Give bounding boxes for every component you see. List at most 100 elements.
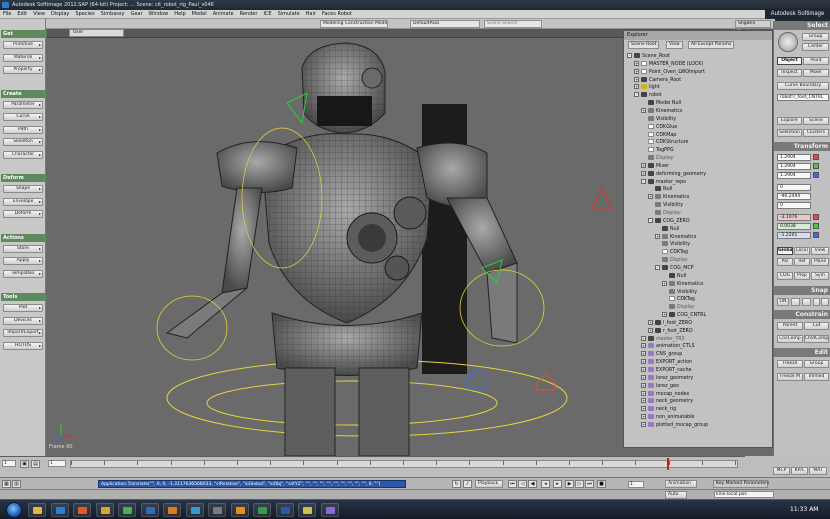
stop-icon[interactable]: ■: [597, 480, 606, 488]
tree-node[interactable]: + CNS_group: [641, 351, 682, 358]
play-icon[interactable]: ▸: [553, 480, 562, 488]
snap-magnet-icon[interactable]: [791, 298, 800, 306]
menu-window[interactable]: Window: [146, 10, 172, 18]
expand-icon[interactable]: +: [641, 162, 646, 168]
tree-node[interactable]: + EXPORT_action: [641, 359, 692, 366]
left-button-primitive[interactable]: Primitive ▸: [3, 41, 43, 49]
animation-button[interactable]: Animation: [665, 480, 697, 488]
tree-node[interactable]: Null: [648, 186, 672, 193]
tree-node[interactable]: Display: [655, 257, 688, 264]
pass-dropdown[interactable]: DefaultPass: [410, 20, 480, 28]
expand-icon[interactable]: +: [641, 390, 646, 396]
expand-icon[interactable]: +: [655, 233, 660, 239]
left-button-apply[interactable]: Apply ▸: [3, 257, 43, 265]
taskbar-word-icon[interactable]: [275, 503, 294, 517]
menu-species[interactable]: Species: [72, 10, 97, 18]
taskbar-misc-icon[interactable]: [320, 503, 339, 517]
explorer-tab-scene-root[interactable]: Scene Root: [628, 41, 660, 49]
selection-name-field[interactable]: robot:r_foot_CNTRL: [777, 94, 829, 101]
snap-grid-icon[interactable]: [802, 298, 811, 306]
tree-node[interactable]: + COG_CNTRL: [662, 312, 706, 319]
immed-button[interactable]: Immed: [804, 373, 829, 381]
expand-icon[interactable]: +: [641, 382, 646, 388]
next-key-icon[interactable]: ▷: [575, 480, 584, 488]
explore-button[interactable]: Explore: [777, 117, 802, 125]
taskbar-ai-icon[interactable]: [163, 503, 181, 517]
play-reverse-icon[interactable]: ◂: [541, 480, 550, 488]
view-dropdown[interactable]: User: [69, 29, 124, 37]
taskbar-notes-icon[interactable]: [298, 503, 316, 517]
prev-key-icon[interactable]: ◁: [518, 480, 527, 488]
collapse-icon[interactable]: -: [641, 178, 646, 184]
point-button[interactable]: Point: [803, 57, 829, 65]
expand-icon[interactable]: +: [648, 327, 653, 333]
expand-icon[interactable]: +: [641, 343, 646, 349]
expand-icon[interactable]: +: [662, 312, 667, 318]
tree-node[interactable]: + Kinematics: [662, 280, 703, 288]
viewport-layout-icon[interactable]: ▤: [31, 460, 40, 468]
taskbar-media-icon[interactable]: [73, 503, 91, 517]
taskbar-excel-icon[interactable]: [253, 503, 271, 517]
scene-button[interactable]: Scene: [803, 117, 829, 125]
rot-x-field[interactable]: 0: [777, 184, 811, 191]
timeline-track[interactable]: [70, 460, 738, 468]
menu-model[interactable]: Model: [189, 10, 210, 18]
tree-node[interactable]: + master_TRS: [641, 335, 685, 343]
mat-tab[interactable]: MAT: [809, 467, 827, 475]
expand-icon[interactable]: +: [634, 84, 639, 90]
left-button-deform[interactable]: Deform ▸: [3, 210, 43, 218]
rot-y-field[interactable]: -90.2494: [777, 193, 811, 200]
tree-node[interactable]: + animation_CTLS: [641, 343, 695, 350]
ref-button[interactable]: Ref: [794, 258, 810, 266]
viewport-toggle-icon[interactable]: ▣: [20, 460, 29, 468]
tree-node[interactable]: + light: [634, 84, 660, 91]
curve-boundary-button[interactable]: Curve Boundary: [777, 82, 829, 90]
audio-icon[interactable]: ♪: [463, 480, 472, 488]
left-button-store[interactable]: Store ▸: [3, 244, 43, 253]
tree-node[interactable]: + neck_rig: [641, 406, 676, 413]
tree-node[interactable]: Model Null: [641, 100, 681, 107]
tree-node[interactable]: Visibility: [648, 202, 683, 209]
taskbar-folder-icon[interactable]: [95, 503, 114, 517]
snap-on-button[interactable]: ON: [777, 298, 789, 306]
menu-animate[interactable]: Animate: [210, 10, 237, 18]
tree-node[interactable]: - COG_MCP: [655, 264, 694, 272]
pos-x-field[interactable]: -3.1076: [777, 214, 811, 221]
collapse-icon[interactable]: -: [648, 217, 653, 223]
left-button-curve[interactable]: Curve ▸: [3, 113, 43, 121]
taskbar-maya-icon[interactable]: [208, 503, 226, 517]
select-arrow-icon[interactable]: [778, 32, 798, 52]
left-button-path[interactable]: Path ▸: [3, 125, 43, 134]
tree-node[interactable]: Display: [648, 210, 681, 217]
tree-node[interactable]: + EXPORT_cache: [641, 367, 692, 374]
tree-node[interactable]: TagPPG: [641, 147, 674, 154]
selection-button[interactable]: Selection: [777, 129, 802, 137]
auto-key-button[interactable]: Auto: [665, 491, 687, 499]
menu-ice[interactable]: ICE: [260, 10, 274, 18]
tree-node[interactable]: CDKMap: [641, 131, 676, 139]
tree-node[interactable]: CDKTag: [655, 249, 688, 256]
tree-node[interactable]: Visibility: [641, 115, 676, 123]
pos-y-field[interactable]: 0.0038: [777, 223, 811, 230]
edit-group-button[interactable]: Group: [804, 360, 829, 368]
expand-icon[interactable]: +: [648, 319, 653, 325]
left-button-property[interactable]: Property ▸: [3, 66, 43, 74]
menu-edit[interactable]: Edit: [14, 10, 30, 18]
kine-path-field[interactable]: kine.local.pos: [714, 491, 774, 498]
expand-icon[interactable]: +: [641, 367, 646, 372]
left-button-parameter[interactable]: Parameter ▸: [3, 100, 43, 109]
left-button-material[interactable]: Material ▸: [3, 53, 43, 62]
tree-node[interactable]: - robot: [634, 92, 662, 99]
tree-node[interactable]: Display: [662, 304, 695, 311]
tree-node[interactable]: + mocap_nodes: [641, 390, 689, 398]
tree-node[interactable]: Null: [662, 272, 686, 280]
clusters-button[interactable]: Clusters: [803, 129, 829, 137]
snap-curve-icon[interactable]: [821, 298, 829, 306]
mixer-button[interactable]: Mixer: [803, 69, 829, 77]
tree-node[interactable]: Visibility: [662, 288, 697, 296]
first-frame-icon[interactable]: ⏮: [508, 480, 517, 488]
menu-simbassy[interactable]: Simbassy: [98, 10, 128, 18]
left-button-import-export[interactable]: Import/Export ▸: [3, 329, 43, 337]
prop-button[interactable]: Prop: [794, 272, 810, 280]
timeline-current-field[interactable]: 1: [48, 460, 66, 467]
